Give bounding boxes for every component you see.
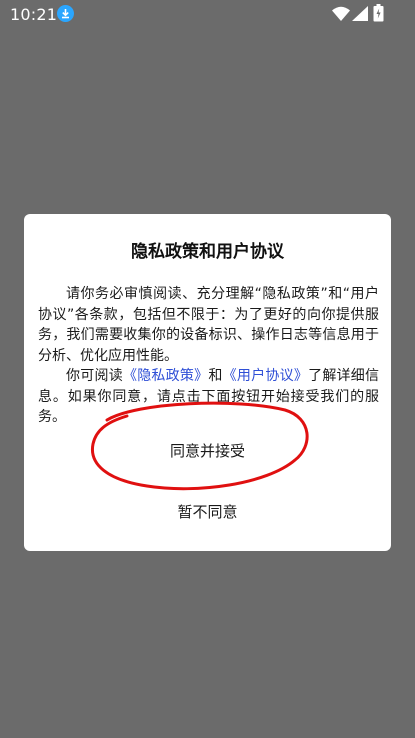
status-bar: 10:21 [0, 0, 415, 30]
read-policies-paragraph: 你可阅读《隐私政策》和《用户协议》了解详细信息。如果你同意，请点击下面按钮开始接… [38, 366, 379, 428]
privacy-policy-link[interactable]: 《隐私政策》 [123, 368, 208, 384]
consent-paragraph: 请你务必审慎阅读、充分理解“隐私政策”和“用户协议”各条款，包括但不限于：为了更… [38, 286, 379, 364]
paragraph-and: 和 [208, 368, 223, 384]
paragraph-prefix: 你可阅读 [66, 368, 123, 384]
decline-button[interactable]: 暂不同意 [24, 501, 391, 525]
battery-icon [373, 4, 384, 26]
signal-icon [352, 6, 368, 25]
dialog-title: 隐私政策和用户协议 [131, 242, 284, 262]
user-agreement-link[interactable]: 《用户协议》 [223, 368, 308, 384]
accept-button[interactable]: 同意并接受 [24, 440, 391, 464]
privacy-dialog: 隐私政策和用户协议 请你务必审慎阅读、充分理解“隐私政策”和“用户协议”各条款，… [24, 214, 391, 551]
status-time: 10:21 [10, 5, 58, 24]
download-icon [57, 5, 74, 22]
wifi-icon [332, 6, 350, 25]
dialog-body: 请你务必审慎阅读、充分理解“隐私政策”和“用户协议”各条款，包括但不限于：为了更… [38, 284, 379, 428]
